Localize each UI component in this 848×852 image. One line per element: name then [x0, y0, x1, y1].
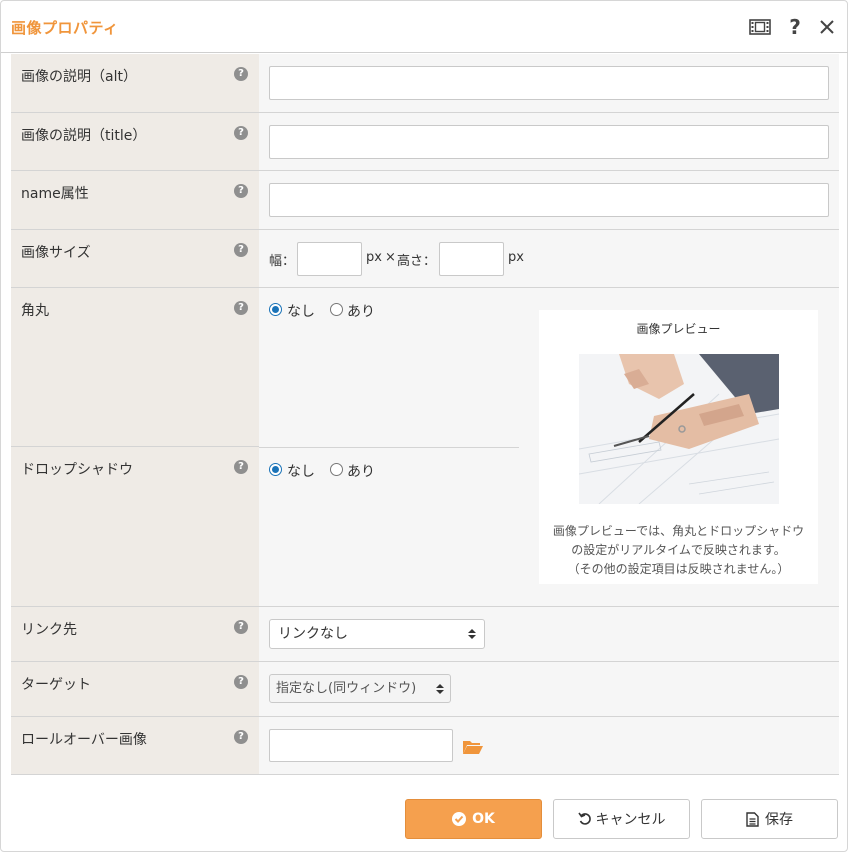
- row-rollover: ロールオーバー画像 ?: [11, 717, 839, 775]
- shadow-none-label: なし: [287, 464, 315, 480]
- target-select-value: 指定なし(同ウィンドウ): [276, 681, 417, 696]
- height-unit: px: [508, 250, 524, 265]
- cancel-button[interactable]: キャンセル: [553, 799, 690, 839]
- document-icon: [746, 811, 759, 827]
- alt-label: 画像の説明（alt）: [21, 69, 137, 85]
- label-cell: 画像サイズ ?: [11, 230, 259, 287]
- corner-none-label: なし: [287, 304, 315, 320]
- save-button-label: 保存: [765, 812, 793, 828]
- help-icon[interactable]: ?: [234, 460, 248, 474]
- value-cell: 幅： px × 高さ： px: [259, 230, 839, 287]
- label-cell: ターゲット ?: [11, 662, 259, 716]
- dialog-title: 画像プロパティ: [11, 19, 119, 37]
- label-cell: ドロップシャドウ ?: [11, 447, 259, 606]
- label-cell: 画像の説明（title） ?: [11, 113, 259, 170]
- row-alt: 画像の説明（alt） ?: [11, 54, 839, 113]
- help-icon[interactable]: ?: [234, 301, 248, 315]
- properties-form: 画像の説明（alt） ? 画像の説明（title） ? name属性 ? 画像サ…: [11, 54, 839, 775]
- help-icon[interactable]: ?: [234, 675, 248, 689]
- value-cell: [259, 171, 839, 229]
- value-cell: [259, 54, 839, 112]
- target-label: ターゲット: [21, 677, 91, 693]
- label-cell: 画像の説明（alt） ?: [11, 54, 259, 112]
- rollover-label: ロールオーバー画像: [21, 732, 147, 748]
- corner-yes-label: あり: [347, 304, 375, 320]
- help-icon[interactable]: ?: [234, 184, 248, 198]
- film-icon[interactable]: [748, 16, 772, 38]
- shadow-yes-radio[interactable]: [330, 463, 343, 476]
- corner-label: 角丸: [21, 303, 49, 319]
- label-cell: name属性 ?: [11, 171, 259, 229]
- close-icon[interactable]: [815, 16, 839, 38]
- row-title: 画像の説明（title） ?: [11, 113, 839, 171]
- width-input[interactable]: [297, 242, 362, 276]
- row-size: 画像サイズ ? 幅： px × 高さ： px: [11, 230, 839, 288]
- shadow-label: ドロップシャドウ: [21, 462, 133, 478]
- label-cell: 角丸 ?: [11, 288, 259, 447]
- preview-note-line: 画像プレビューでは、角丸とドロップシャドウ: [552, 524, 805, 538]
- preview-note-line: の設定がリアルタイムで反映されます。: [571, 543, 786, 557]
- image-preview-panel: 画像プレビュー 画像プレビューでは、角丸とドロップシャドウ の設定がリアルタイム…: [539, 310, 818, 584]
- divider: [259, 447, 519, 448]
- width-label: 幅：: [269, 254, 296, 269]
- preview-note: 画像プレビューでは、角丸とドロップシャドウ の設定がリアルタイムで反映されます。…: [539, 522, 818, 579]
- image-properties-dialog: 画像プロパティ ? 画像の説明（alt） ? 画像の説明（title） ? na…: [0, 0, 848, 852]
- link-label: リンク先: [21, 622, 77, 638]
- alt-input[interactable]: [269, 66, 829, 100]
- row-target: ターゲット ? 指定なし(同ウィンドウ): [11, 662, 839, 717]
- sort-arrows-icon: [468, 629, 476, 639]
- height-label: 高さ：: [397, 254, 437, 269]
- shadow-none-radio[interactable]: [269, 463, 282, 476]
- folder-icon[interactable]: [462, 739, 484, 755]
- value-cell: [259, 113, 839, 170]
- corner-none-radio[interactable]: [269, 303, 282, 316]
- check-circle-icon: [452, 812, 467, 826]
- help-icon[interactable]: ?: [783, 15, 807, 39]
- corner-yes-radio[interactable]: [330, 303, 343, 316]
- size-label: 画像サイズ: [21, 245, 91, 261]
- preview-image: [579, 354, 779, 504]
- preview-note-line: （その他の設定項目は反映されません。）: [567, 562, 790, 576]
- dialog-titlebar: 画像プロパティ ?: [1, 1, 848, 53]
- title-input[interactable]: [269, 125, 829, 159]
- row-link: リンク先 ? リンクなし: [11, 607, 839, 662]
- height-input[interactable]: [439, 242, 504, 276]
- title-label: 画像の説明（title）: [21, 128, 147, 144]
- value-cell: リンクなし: [259, 607, 839, 661]
- ok-button[interactable]: OK: [405, 799, 542, 839]
- ok-button-label: OK: [472, 811, 495, 827]
- times-sign: ×: [385, 250, 396, 265]
- value-cell: [259, 717, 839, 774]
- save-button[interactable]: 保存: [701, 799, 838, 839]
- help-icon[interactable]: ?: [234, 243, 248, 257]
- cancel-button-label: キャンセル: [595, 812, 666, 828]
- value-cell: 指定なし(同ウィンドウ): [259, 662, 839, 716]
- shadow-yes-label: あり: [347, 464, 375, 480]
- rollover-input[interactable]: [269, 729, 453, 762]
- label-cell: ロールオーバー画像 ?: [11, 717, 259, 774]
- sort-arrows-icon: [436, 684, 444, 694]
- target-select[interactable]: 指定なし(同ウィンドウ): [269, 674, 451, 703]
- name-input[interactable]: [269, 183, 829, 217]
- help-icon[interactable]: ?: [234, 126, 248, 140]
- link-select[interactable]: リンクなし: [269, 619, 485, 649]
- name-label: name属性: [21, 186, 89, 202]
- help-icon[interactable]: ?: [234, 67, 248, 81]
- width-unit: px: [366, 250, 382, 265]
- preview-title: 画像プレビュー: [636, 322, 721, 336]
- row-name: name属性 ?: [11, 171, 839, 230]
- label-cell: リンク先 ?: [11, 607, 259, 661]
- link-select-value: リンクなし: [278, 626, 348, 642]
- help-icon[interactable]: ?: [234, 620, 248, 634]
- undo-icon: [577, 812, 591, 825]
- help-icon[interactable]: ?: [234, 730, 248, 744]
